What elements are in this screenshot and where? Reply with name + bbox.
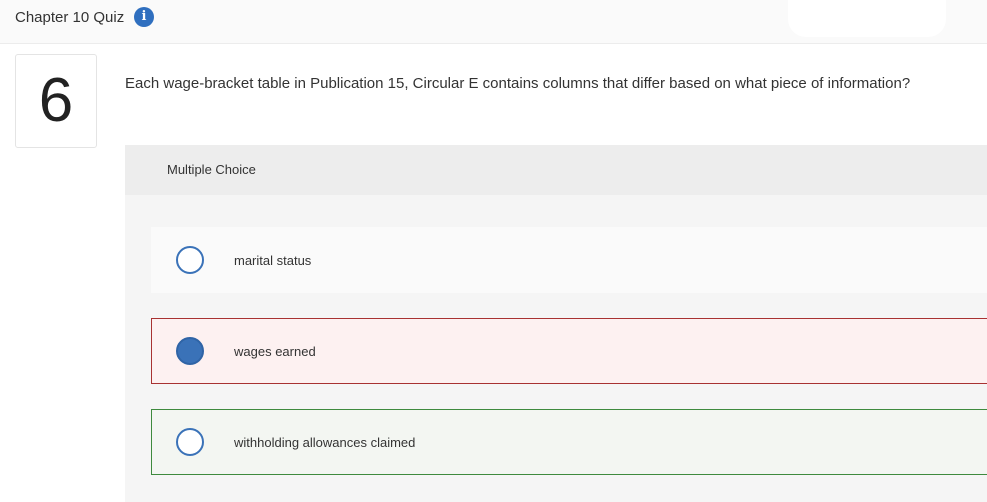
answer-option-marital-status[interactable]: marital status <box>151 227 987 293</box>
answer-option-label: wages earned <box>234 344 316 359</box>
question-number: 6 <box>15 54 97 148</box>
quiz-title: Chapter 10 Quiz <box>15 9 125 26</box>
multiple-choice-panel: Multiple Choice marital status wages ear… <box>125 145 987 502</box>
answer-option-label: marital status <box>234 253 312 268</box>
multiple-choice-header: Multiple Choice <box>125 145 987 195</box>
question-text: Each wage-bracket table in Publication 1… <box>125 75 911 92</box>
info-icon[interactable]: i <box>134 7 154 27</box>
answer-option-wages-earned[interactable]: wages earned <box>151 318 987 384</box>
answer-option-label: withholding allowances claimed <box>234 435 416 450</box>
radio-button-selected[interactable] <box>176 337 204 365</box>
answer-option-withholding-allowances[interactable]: withholding allowances claimed <box>151 409 987 475</box>
header-action-placeholder <box>788 0 946 37</box>
multiple-choice-label: Multiple Choice <box>167 162 256 177</box>
quiz-header: Chapter 10 Quiz i <box>0 0 987 44</box>
radio-button[interactable] <box>176 246 204 274</box>
radio-button[interactable] <box>176 428 204 456</box>
